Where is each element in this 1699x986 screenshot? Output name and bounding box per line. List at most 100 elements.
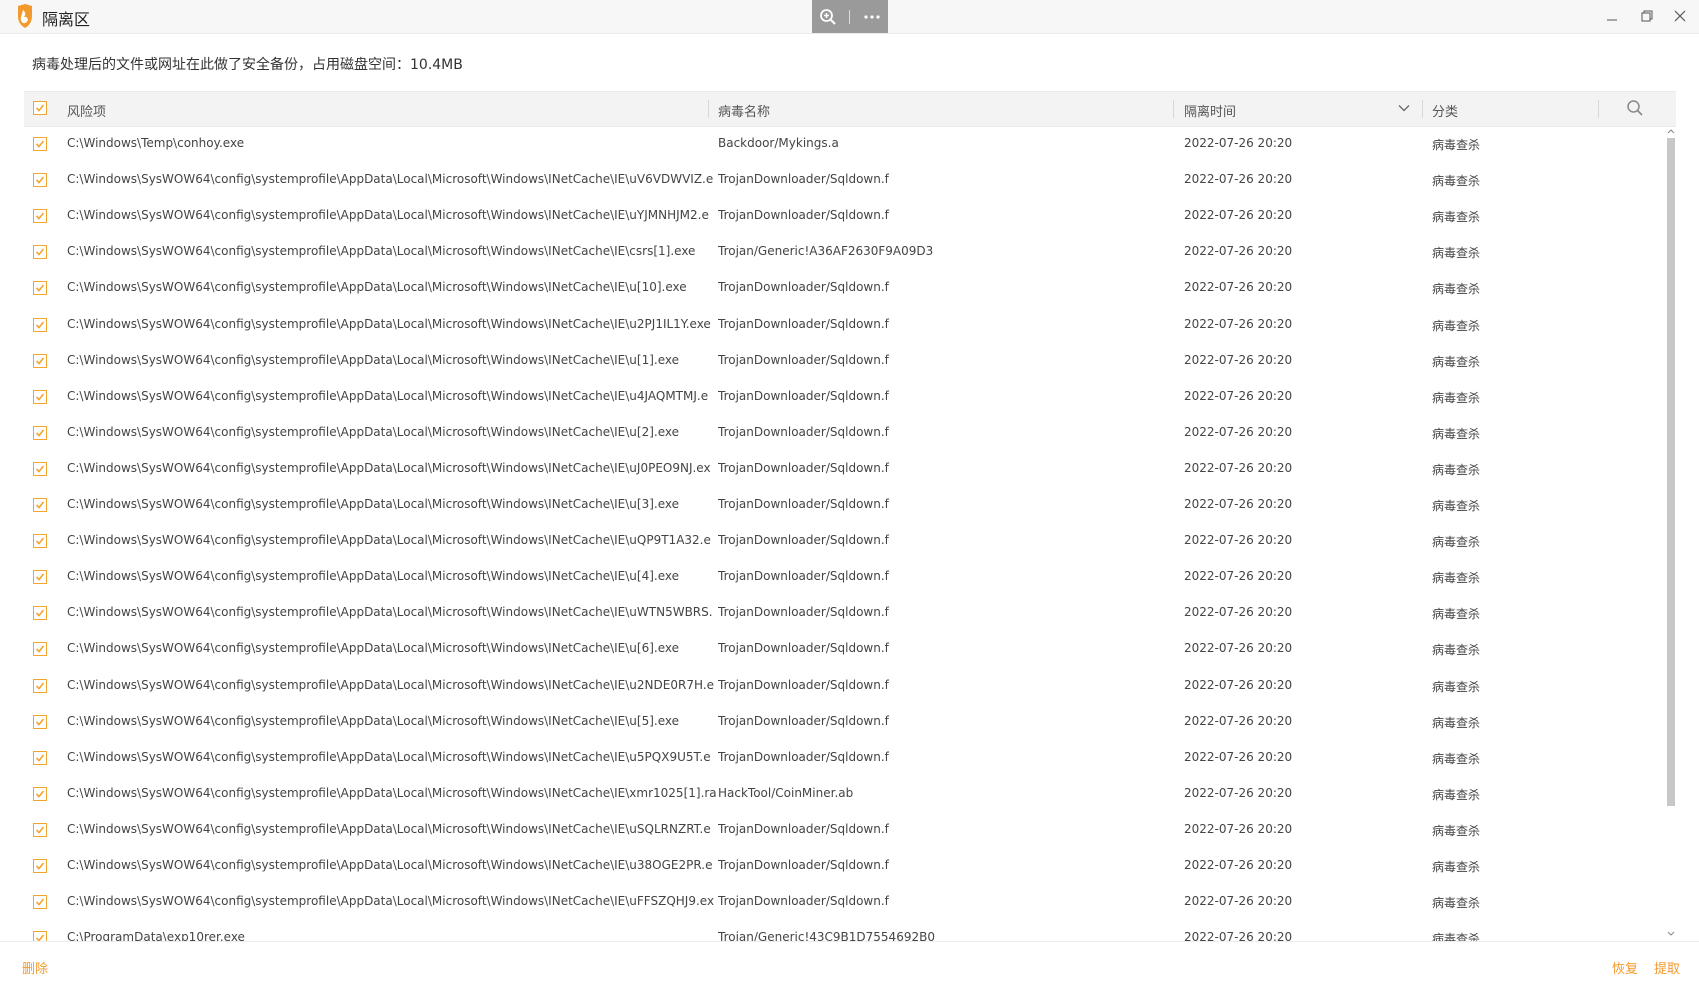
- table-row[interactable]: C:\ProgramData\exp10rer.exe Trojan/Generi…: [24, 920, 1664, 941]
- row-risk-path: C:\Windows\SysWOW64\config\systemprofile…: [67, 894, 715, 909]
- sort-chevron-icon[interactable]: [1398, 102, 1410, 114]
- header-virus[interactable]: 病毒名称: [718, 101, 770, 120]
- row-quarantine-time: 2022-07-26 20:20: [1184, 388, 1293, 403]
- vertical-scrollbar[interactable]: [1665, 126, 1677, 941]
- row-risk-path: C:\Windows\SysWOW64\config\systemprofile…: [67, 388, 709, 403]
- maximize-icon[interactable]: [1634, 4, 1660, 28]
- column-divider[interactable]: [1422, 100, 1423, 118]
- table-row[interactable]: C:\Windows\SysWOW64\config\systemprofile…: [24, 343, 1664, 379]
- search-icon[interactable]: [1626, 99, 1644, 117]
- row-virus-name: TrojanDownloader/Sqldown.f: [718, 460, 889, 475]
- row-quarantine-time: 2022-07-26 20:20: [1184, 858, 1293, 872]
- toolbar-group: [812, 0, 888, 33]
- table-row[interactable]: C:\Windows\SysWOW64\config\systemprofile…: [24, 595, 1664, 631]
- row-category: 病毒查杀: [1432, 787, 1481, 802]
- row-risk-path: C:\Windows\SysWOW64\config\systemprofile…: [67, 858, 713, 872]
- table-row[interactable]: C:\Windows\SysWOW64\config\systemprofile…: [24, 812, 1664, 848]
- row-checkbox[interactable]: [33, 461, 47, 476]
- more-icon[interactable]: [861, 6, 883, 28]
- row-risk-path: C:\Windows\SysWOW64\config\systemprofile…: [67, 460, 711, 475]
- row-checkbox[interactable]: [33, 317, 47, 332]
- row-checkbox[interactable]: [33, 173, 47, 188]
- row-category: 病毒查杀: [1432, 896, 1481, 911]
- table-row[interactable]: C:\Windows\SysWOW64\config\systemprofile…: [24, 668, 1664, 704]
- select-all-checkbox[interactable]: [33, 101, 47, 115]
- table-row[interactable]: C:\Windows\Temp\conhoy.exe Backdoor/Mykin…: [24, 126, 1664, 162]
- row-checkbox[interactable]: [33, 822, 47, 837]
- row-checkbox[interactable]: [33, 642, 47, 657]
- row-category: 病毒查杀: [1432, 426, 1481, 441]
- row-checkbox[interactable]: [33, 606, 47, 621]
- row-checkbox[interactable]: [33, 245, 47, 260]
- row-quarantine-time: 2022-07-26 20:20: [1184, 605, 1293, 620]
- row-category: 病毒查杀: [1432, 715, 1481, 730]
- row-virus-name: TrojanDownloader/Sqldown.f: [718, 894, 889, 909]
- row-checkbox[interactable]: [33, 534, 47, 549]
- delete-button[interactable]: 删除: [22, 958, 48, 977]
- table-row[interactable]: C:\Windows\SysWOW64\config\systemprofile…: [24, 884, 1664, 920]
- row-risk-path: C:\Windows\SysWOW64\config\systemprofile…: [67, 713, 680, 728]
- row-risk-path: C:\Windows\SysWOW64\config\systemprofile…: [67, 785, 717, 800]
- table-row[interactable]: C:\Windows\SysWOW64\config\systemprofile…: [24, 234, 1664, 270]
- table-row[interactable]: C:\Windows\SysWOW64\config\systemprofile…: [24, 307, 1664, 343]
- header-time[interactable]: 隔离时间: [1184, 101, 1236, 120]
- row-category: 病毒查杀: [1432, 246, 1481, 261]
- row-checkbox[interactable]: [33, 786, 47, 801]
- row-checkbox[interactable]: [33, 389, 47, 404]
- row-checkbox[interactable]: [33, 281, 47, 296]
- header-category[interactable]: 分类: [1432, 101, 1458, 120]
- row-category: 病毒查杀: [1432, 499, 1481, 513]
- table-row[interactable]: C:\Windows\SysWOW64\config\systemprofile…: [24, 451, 1664, 487]
- row-checkbox[interactable]: [33, 209, 47, 224]
- table-row[interactable]: C:\Windows\SysWOW64\config\systemprofile…: [24, 270, 1664, 306]
- disk-usage-size: 10.4MB: [410, 57, 463, 73]
- table-row[interactable]: C:\Windows\SysWOW64\config\systemprofile…: [24, 740, 1664, 776]
- table-row[interactable]: C:\Windows\SysWOW64\config\systemprofile…: [24, 198, 1664, 234]
- row-checkbox[interactable]: [33, 570, 47, 585]
- row-risk-path: C:\Windows\Temp\conhoy.exe: [67, 136, 245, 150]
- scroll-down-icon[interactable]: [1667, 931, 1675, 937]
- table-row[interactable]: C:\Windows\SysWOW64\config\systemprofile…: [24, 704, 1664, 740]
- row-checkbox[interactable]: [33, 931, 47, 941]
- row-risk-path: C:\Windows\SysWOW64\config\systemprofile…: [67, 821, 711, 836]
- scroll-up-icon[interactable]: [1667, 128, 1675, 134]
- row-category: 病毒查杀: [1432, 390, 1481, 405]
- row-quarantine-time: 2022-07-26 20:20: [1184, 424, 1293, 439]
- row-risk-path: C:\Windows\SysWOW64\config\systemprofile…: [67, 352, 680, 367]
- title-bar: 隔离区: [0, 0, 1699, 34]
- row-checkbox[interactable]: [33, 859, 47, 873]
- minimize-icon[interactable]: [1599, 4, 1625, 28]
- row-checkbox[interactable]: [33, 425, 47, 440]
- row-virus-name: TrojanDownloader/Sqldown.f: [718, 677, 889, 692]
- column-divider[interactable]: [1173, 100, 1174, 118]
- table-row[interactable]: C:\Windows\SysWOW64\config\systemprofile…: [24, 523, 1664, 559]
- table-row[interactable]: C:\Windows\SysWOW64\config\systemprofile…: [24, 379, 1664, 415]
- restore-button[interactable]: 恢复: [1612, 958, 1638, 977]
- row-virus-name: TrojanDownloader/Sqldown.f: [718, 497, 889, 511]
- zoom-icon[interactable]: [817, 6, 839, 28]
- table-row[interactable]: C:\Windows\SysWOW64\config\systemprofile…: [24, 559, 1664, 595]
- header-risk[interactable]: 风险项: [67, 101, 106, 120]
- table-row[interactable]: C:\Windows\SysWOW64\config\systemprofile…: [24, 415, 1664, 451]
- row-checkbox[interactable]: [33, 750, 47, 765]
- scrollbar-thumb[interactable]: [1667, 138, 1675, 806]
- table-row[interactable]: C:\Windows\SysWOW64\config\systemprofile…: [24, 848, 1664, 884]
- row-quarantine-time: 2022-07-26 20:20: [1184, 352, 1293, 367]
- column-divider[interactable]: [1598, 100, 1599, 118]
- row-checkbox[interactable]: [33, 498, 47, 512]
- table-row[interactable]: C:\Windows\SysWOW64\config\systemprofile…: [24, 162, 1664, 198]
- row-checkbox[interactable]: [33, 678, 47, 693]
- row-quarantine-time: 2022-07-26 20:20: [1184, 894, 1293, 909]
- table-row[interactable]: C:\Windows\SysWOW64\config\systemprofile…: [24, 631, 1664, 667]
- row-checkbox[interactable]: [33, 895, 47, 910]
- row-virus-name: TrojanDownloader/Sqldown.f: [718, 858, 889, 872]
- row-checkbox[interactable]: [33, 714, 47, 729]
- row-quarantine-time: 2022-07-26 20:20: [1184, 533, 1293, 548]
- close-icon[interactable]: [1667, 4, 1693, 28]
- row-checkbox[interactable]: [33, 137, 47, 151]
- column-divider[interactable]: [708, 100, 709, 118]
- table-row[interactable]: C:\Windows\SysWOW64\config\systemprofile…: [24, 776, 1664, 812]
- table-row[interactable]: C:\Windows\SysWOW64\config\systemprofile…: [24, 487, 1664, 523]
- row-checkbox[interactable]: [33, 353, 47, 368]
- extract-button[interactable]: 提取: [1654, 958, 1680, 977]
